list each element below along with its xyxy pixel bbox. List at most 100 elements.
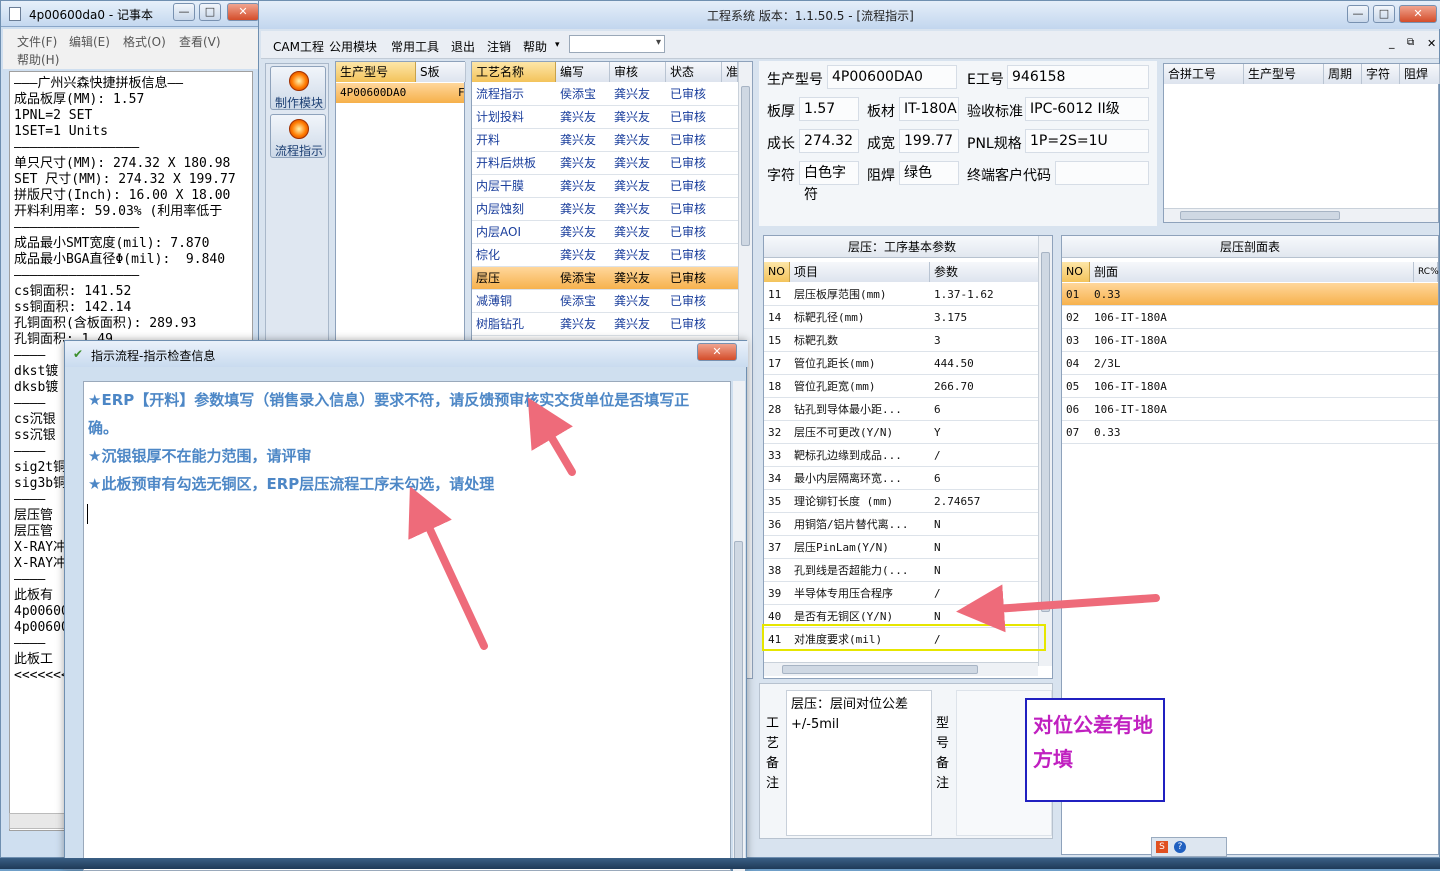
minimize-button[interactable]: — <box>173 3 195 21</box>
field-material[interactable]: IT-180A <box>899 97 959 121</box>
mdi-restore-icon[interactable]: ⧉ <box>1407 37 1414 48</box>
param-row[interactable]: 15 标靶孔数 3 <box>764 329 1038 352</box>
table-row[interactable]: 内层AOI 龚兴友 龚兴友 已审核 <box>472 221 738 244</box>
notepad-line: ———— <box>14 444 46 459</box>
menu-cam[interactable]: CAM工程 <box>273 38 324 55</box>
col-header[interactable]: 生产型号 <box>336 62 416 82</box>
toolbar-combo[interactable] <box>569 35 665 53</box>
maximize-button[interactable]: □ <box>199 3 221 21</box>
col-header-reviewer[interactable]: 审核 <box>610 62 666 82</box>
param-row[interactable]: 39 半导体专用压合程序 / <box>764 582 1038 605</box>
col-header[interactable]: 字符 <box>1362 64 1400 84</box>
param-row[interactable]: 18 管位孔距宽(mm) 266.70 <box>764 375 1038 398</box>
col-header-no[interactable]: NO <box>1062 262 1090 282</box>
field-char[interactable]: 白色字符 <box>799 161 859 203</box>
profile-row[interactable]: 04 2/3L <box>1062 352 1438 375</box>
table-row[interactable]: 减薄铜 侯添宝 龚兴友 已审核 <box>472 290 738 313</box>
menu-edit[interactable]: 编辑(E) <box>69 33 110 50</box>
menu-common-module[interactable]: 公用模块 <box>329 38 377 55</box>
col-header[interactable]: S板 <box>416 62 466 82</box>
col-header-rc[interactable]: RC% <box>1414 262 1439 282</box>
profile-row[interactable]: 06 106-IT-180A <box>1062 398 1438 421</box>
menu-view[interactable]: 查看(V) <box>179 33 221 50</box>
menu-logout[interactable]: 注销 <box>487 38 511 55</box>
param-row[interactable]: 35 理论铆钉长度 (mm) 2.74657 <box>764 490 1038 513</box>
field-standard[interactable]: IPC-6012 II级 <box>1025 97 1149 121</box>
mdi-minimize-icon[interactable]: _ <box>1389 36 1395 49</box>
col-header-param[interactable]: 参数 <box>930 262 1040 282</box>
param-row[interactable]: 32 层压不可更改(Y/N) Y <box>764 421 1038 444</box>
param-row[interactable]: 17 管位孔距长(mm) 444.50 <box>764 352 1038 375</box>
process-remark-text[interactable]: 层压：层间对位公差+/-5mil <box>786 690 932 836</box>
table-row[interactable]: 内层蚀刻 龚兴友 龚兴友 已审核 <box>472 198 738 221</box>
param-row[interactable]: 14 标靶孔径(mm) 3.175 <box>764 306 1038 329</box>
field-prod-model[interactable]: 4P00600DA0 <box>827 65 957 89</box>
profile-row[interactable]: 02 106-IT-180A <box>1062 306 1438 329</box>
profile-row[interactable]: 05 106-IT-180A <box>1062 375 1438 398</box>
menu-help[interactable]: 帮助(H) <box>17 51 59 68</box>
param-row[interactable]: 33 靶标孔边缘到成品... / <box>764 444 1038 467</box>
app-close-button[interactable]: ✕ <box>1399 5 1437 23</box>
param-cell: 层压不可更改(Y/N) <box>794 426 894 439</box>
menu-help[interactable]: 帮助 <box>523 38 547 55</box>
table-row[interactable]: 树脂钻孔 龚兴友 龚兴友 已审核 <box>472 313 738 336</box>
profile-row[interactable]: 03 106-IT-180A <box>1062 329 1438 352</box>
table-row[interactable]: 计划投料 龚兴友 龚兴友 已审核 <box>472 106 738 129</box>
col-header[interactable]: 周期 <box>1324 64 1362 84</box>
params-vscroll[interactable] <box>1038 236 1052 666</box>
field-pnl[interactable]: 1P=2S=1U <box>1025 129 1149 153</box>
col-header-no[interactable]: NO <box>764 262 790 282</box>
col-header[interactable]: 阻焊 <box>1400 64 1440 84</box>
table-row[interactable]: 4P00600DA0 F <box>336 83 465 103</box>
field-customer[interactable] <box>1055 161 1149 185</box>
table-row[interactable]: 开料 龚兴友 龚兴友 已审核 <box>472 129 738 152</box>
col-header[interactable]: 生产型号 <box>1244 64 1324 84</box>
app-maximize-button[interactable]: □ <box>1373 5 1395 23</box>
param-row[interactable]: 36 用铜箔/铝片替代离... N <box>764 513 1038 536</box>
param-row[interactable]: 37 层压PinLam(Y/N) N <box>764 536 1038 559</box>
param-row[interactable]: 34 最小内层隔离环宽... 6 <box>764 467 1038 490</box>
params-hscroll[interactable] <box>764 662 1038 676</box>
profile-row[interactable]: 01 0.33 <box>1062 283 1438 306</box>
dialog-close-button[interactable]: ✕ <box>697 343 737 361</box>
table-row[interactable]: 开料后烘板 龚兴友 龚兴友 已审核 <box>472 152 738 175</box>
dialog-message-area[interactable]: ★ERP【开料】参数填写（销售录入信息）要求不符，请反馈预审核实交货单位是否填写… <box>83 381 731 871</box>
menu-file[interactable]: 文件(F) <box>17 33 57 50</box>
table-cell: 减薄铜 <box>476 294 513 308</box>
close-button[interactable]: ✕ <box>227 3 259 21</box>
col-header-author[interactable]: 编写 <box>556 62 610 82</box>
field-thickness[interactable]: 1.57 <box>799 97 859 121</box>
col-header-process[interactable]: 工艺名称 <box>472 62 556 82</box>
param-row[interactable]: 28 钻孔到导体最小距... 6 <box>764 398 1038 421</box>
table-row[interactable]: 层压 侯添宝 龚兴友 已审核 <box>472 267 738 290</box>
combine-hscroll[interactable] <box>1164 208 1438 222</box>
profile-row[interactable]: 07 0.33 <box>1062 421 1438 444</box>
app-minimize-button[interactable]: — <box>1347 5 1369 23</box>
field-length[interactable]: 274.32 <box>799 129 859 153</box>
nav-make-module-button[interactable]: 制作模块 <box>270 66 326 110</box>
menu-format[interactable]: 格式(O) <box>123 33 166 50</box>
profile-cell: 106-IT-180A <box>1094 403 1167 416</box>
chevron-down-icon[interactable]: ▾ <box>555 40 560 50</box>
table-row[interactable]: 流程指示 侯添宝 龚兴友 已审核 <box>472 83 738 106</box>
nav-flow-instruction-button[interactable]: 流程指示 <box>270 114 326 158</box>
col-header[interactable]: 合拼工号 <box>1164 64 1244 84</box>
field-e-no[interactable]: 946158 <box>1007 65 1149 89</box>
table-cell: 已审核 <box>670 202 707 216</box>
table-row[interactable]: 内层干膜 龚兴友 龚兴友 已审核 <box>472 175 738 198</box>
col-header-section[interactable]: 剖面 <box>1090 262 1414 282</box>
dialog-vscroll[interactable] <box>733 381 745 871</box>
mdi-close-icon[interactable]: ✕ <box>1427 37 1436 50</box>
col-header-extra[interactable]: 准 <box>722 62 738 82</box>
help-icon[interactable]: ? <box>1174 841 1186 853</box>
menu-common-tools[interactable]: 常用工具 <box>391 38 439 55</box>
col-header-status[interactable]: 状态 <box>666 62 722 82</box>
param-row[interactable]: 38 孔到线是否超能力(... N <box>764 559 1038 582</box>
input-method-icon[interactable]: S <box>1156 841 1168 853</box>
field-mask[interactable]: 绿色 <box>899 161 959 185</box>
param-row[interactable]: 11 层压板厚范围(mm) 1.37-1.62 <box>764 283 1038 306</box>
menu-exit[interactable]: 退出 <box>451 38 475 55</box>
field-width[interactable]: 199.77 <box>899 129 959 153</box>
col-header-item[interactable]: 项目 <box>790 262 930 282</box>
table-row[interactable]: 棕化 龚兴友 龚兴友 已审核 <box>472 244 738 267</box>
